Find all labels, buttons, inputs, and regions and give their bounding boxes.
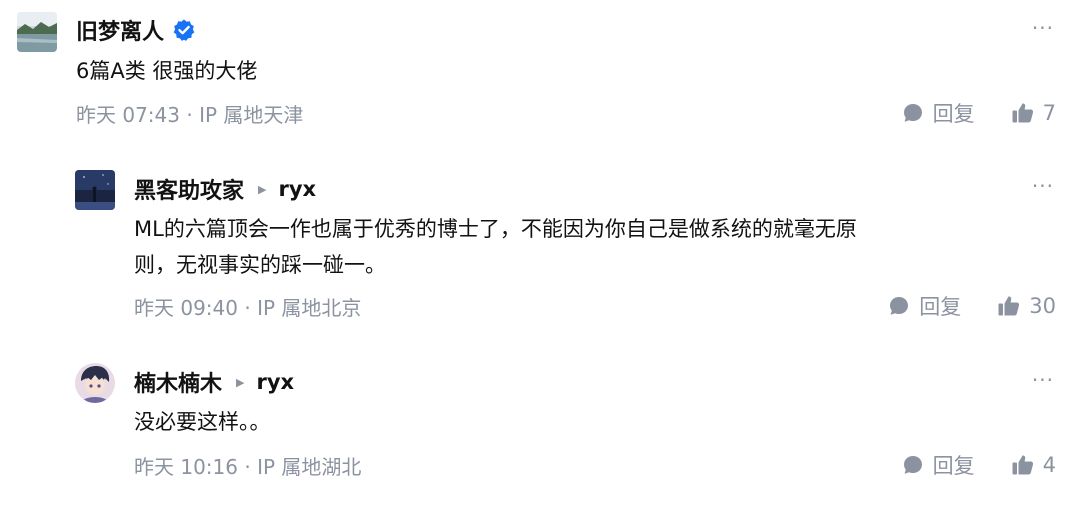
comment-bubble-icon: [890, 297, 909, 315]
reply-label: 回复: [919, 295, 962, 319]
thumbs-up-icon: [1012, 455, 1033, 475]
more-options-icon[interactable]: ···: [1032, 368, 1054, 392]
reply-arrow-icon: ▶: [236, 375, 245, 389]
author-name[interactable]: 楠木楠木: [134, 366, 222, 398]
comment-text: 没必要这样。。: [134, 410, 271, 434]
reply-button[interactable]: 回复: [902, 450, 975, 480]
reply-button[interactable]: 回复: [902, 98, 975, 128]
avatar[interactable]: [75, 363, 115, 403]
reply-label: 回复: [932, 454, 975, 478]
like-button[interactable]: 30: [997, 294, 1056, 318]
reply-arrow-icon: ▶: [258, 182, 267, 196]
like-button[interactable]: 4: [1011, 453, 1056, 477]
avatar[interactable]: [75, 170, 115, 210]
more-options-icon[interactable]: ···: [1032, 16, 1054, 40]
reply-target-name[interactable]: ryx: [278, 177, 316, 201]
like-count: 4: [1042, 453, 1056, 477]
like-button[interactable]: 7: [1011, 101, 1056, 125]
author-name[interactable]: 黑客助攻家: [134, 173, 244, 205]
reply-button[interactable]: 回复: [888, 291, 961, 321]
comment-meta: 昨天 10:16 · IP 属地湖北: [134, 455, 362, 479]
reply-target-name[interactable]: ryx: [256, 370, 294, 394]
thumbs-up-icon: [1012, 103, 1033, 123]
comment-thread: { "colors": {"text": "#121212", "meta": …: [0, 0, 1080, 509]
thumbs-up-icon: [998, 296, 1020, 316]
author-name[interactable]: 旧梦离人: [76, 14, 164, 46]
verified-icon: [172, 18, 196, 42]
comment-meta: 昨天 07:43 · IP 属地天津: [76, 103, 304, 127]
avatar[interactable]: [17, 12, 57, 52]
like-count: 30: [1029, 294, 1056, 318]
like-count: 7: [1042, 101, 1056, 125]
comment-meta: 昨天 09:40 · IP 属地北京: [134, 296, 362, 320]
more-options-icon[interactable]: ···: [1032, 174, 1054, 198]
comment-text: ML的六篇顶会一作也属于优秀的博士了，不能因为你自己是做系统的就毫无原 则，无视…: [134, 217, 857, 277]
reply-label: 回复: [932, 102, 975, 126]
comment-bubble-icon: [903, 456, 922, 474]
comment-text: 6篇A类 很强的大佬: [76, 59, 258, 83]
comment-bubble-icon: [903, 104, 922, 122]
